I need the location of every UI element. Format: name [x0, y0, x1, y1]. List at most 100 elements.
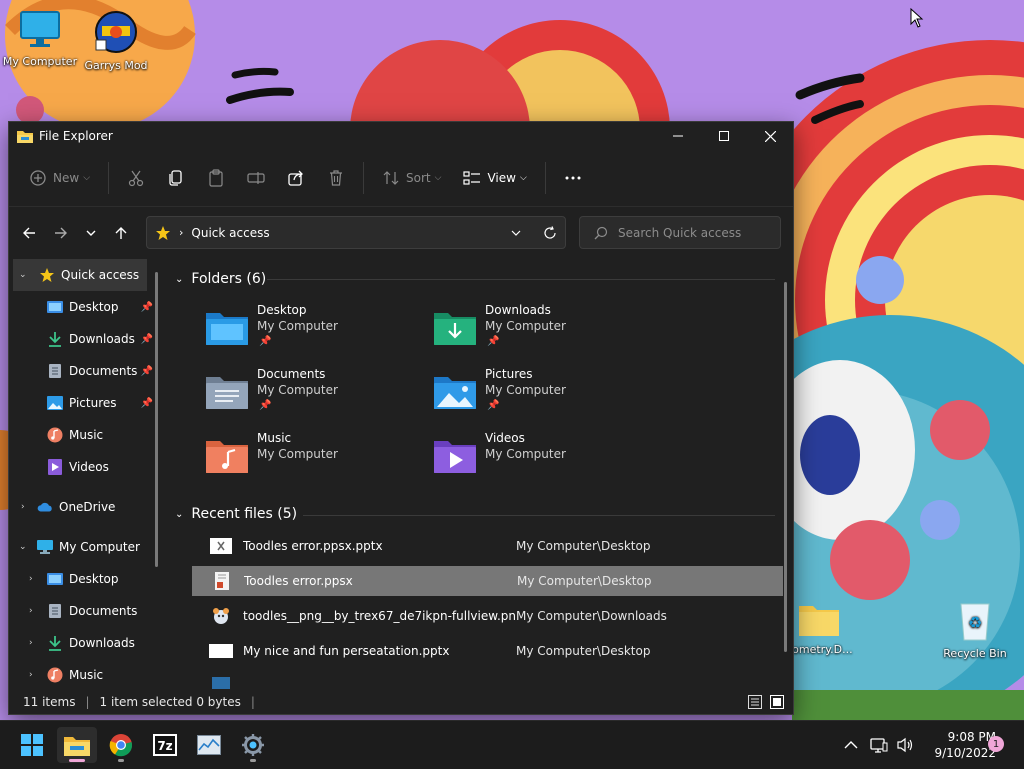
sidebar-item-desktop[interactable]: Desktop 📌 — [9, 291, 161, 323]
sidebar-item-onedrive[interactable]: › OneDrive — [9, 491, 161, 523]
more-options-button[interactable] — [556, 160, 590, 196]
new-button[interactable]: New ⌵ — [21, 160, 98, 196]
network-button[interactable] — [870, 721, 888, 769]
address-bar[interactable]: › Quick access — [146, 216, 566, 249]
desktop-icon-recycle-bin[interactable]: ♻ Recycle Bin — [935, 598, 1015, 660]
desktop-icon-garrys-mod[interactable]: Garrys Mod — [76, 10, 156, 72]
chevron-down-icon[interactable]: ⌄ — [19, 270, 27, 280]
svg-text:7z: 7z — [157, 739, 172, 753]
taskbar-file-explorer[interactable] — [57, 727, 97, 763]
recent-file-row[interactable]: toodles__png__by_trex67_de7ikpn-fullview… — [191, 601, 783, 631]
folders-section-header[interactable]: ⌄ Folders (6) — [175, 271, 266, 287]
copy-icon — [169, 170, 182, 186]
sidebar-item-music[interactable]: Music — [9, 419, 161, 451]
sidebar-item-videos[interactable]: Videos — [9, 451, 161, 483]
rename-button[interactable] — [239, 160, 273, 196]
folder-name: Desktop — [257, 303, 307, 317]
up-button[interactable] — [105, 217, 137, 249]
taskbar-chrome[interactable] — [101, 727, 141, 763]
chevron-right-icon[interactable]: › — [29, 638, 33, 648]
sort-button[interactable]: Sort ⌵ — [374, 160, 449, 196]
delete-button[interactable] — [319, 160, 353, 196]
back-button[interactable] — [13, 217, 45, 249]
sidebar-item-label: OneDrive — [59, 500, 116, 514]
sidebar-item-mc-desktop[interactable]: › Desktop — [9, 563, 161, 595]
address-location[interactable]: Quick access — [191, 226, 269, 240]
search-placeholder: Search Quick access — [618, 225, 742, 240]
taskbar-task-manager[interactable] — [189, 727, 229, 763]
desktop-folder-icon — [47, 571, 63, 587]
desktop-icon-my-computer[interactable]: My Computer — [0, 10, 80, 68]
recent-file-row[interactable]: Toodles error.ppsx.pptx My Computer\Desk… — [191, 531, 783, 561]
recent-file-row-partial[interactable] — [191, 671, 783, 689]
folder-tile-pictures[interactable]: Pictures My Computer 📌 — [433, 367, 653, 423]
sidebar-item-mc-music[interactable]: › Music — [9, 659, 161, 689]
toolbar-divider — [108, 162, 110, 194]
recycle-bin-icon: ♻ — [960, 603, 990, 641]
copy-button[interactable] — [159, 160, 193, 196]
recent-locations-button[interactable] — [77, 217, 105, 249]
taskbar-settings[interactable] — [233, 727, 273, 763]
folders-header-label: Folders (6) — [191, 271, 267, 287]
sidebar-item-mc-downloads[interactable]: › Downloads — [9, 627, 161, 659]
selection-info: 1 item selected 0 bytes — [99, 695, 241, 709]
sidebar-item-mc-documents[interactable]: › Documents — [9, 595, 161, 627]
cut-button[interactable] — [119, 160, 153, 196]
folder-tile-videos[interactable]: Videos My Computer — [433, 431, 653, 487]
maximize-button[interactable] — [701, 122, 747, 150]
taskbar-7zip[interactable]: 7z — [145, 727, 185, 763]
recent-file-row-selected[interactable]: Toodles error.ppsx My Computer\Desktop — [192, 566, 783, 596]
share-button[interactable] — [279, 160, 313, 196]
paste-button[interactable] — [199, 160, 233, 196]
close-button[interactable] — [747, 122, 793, 150]
title-bar[interactable]: File Explorer — [9, 122, 793, 150]
start-button[interactable] — [12, 727, 52, 763]
chevron-right-icon[interactable]: › — [29, 574, 33, 584]
chevron-right-icon[interactable]: › — [29, 670, 33, 680]
sidebar-item-label: Music — [69, 428, 104, 442]
recent-file-path: My Computer\Desktop — [516, 539, 651, 553]
window-title: File Explorer — [39, 129, 113, 143]
command-bar: New ⌵ Sort ⌵ View ⌵ — [9, 150, 793, 207]
clock[interactable]: 9:08 PM 9/10/2022 — [920, 729, 996, 761]
folder-tile-desktop[interactable]: Desktop My Computer 📌 — [205, 303, 425, 359]
pin-icon: 📌 — [259, 336, 272, 347]
search-input[interactable]: Search Quick access — [579, 216, 781, 249]
windows-logo-icon — [21, 734, 43, 756]
pin-icon: 📌 — [259, 400, 272, 411]
sidebar-item-label: Music — [69, 668, 104, 682]
volume-button[interactable] — [896, 721, 914, 769]
recent-files-section-header[interactable]: ⌄ Recent files (5) — [175, 506, 297, 522]
share-icon — [288, 170, 303, 186]
refresh-icon[interactable] — [543, 225, 557, 240]
pin-icon: 📌 — [140, 397, 153, 409]
sidebar-item-downloads[interactable]: Downloads 📌 — [9, 323, 161, 355]
recent-file-row[interactable]: My nice and fun perseatation.pptx My Com… — [191, 636, 783, 666]
chevron-down-icon[interactable] — [511, 228, 521, 238]
sidebar-scrollbar[interactable] — [155, 272, 158, 567]
show-hidden-icons-button[interactable] — [844, 721, 858, 769]
sidebar-item-pictures[interactable]: Pictures 📌 — [9, 387, 161, 419]
network-icon — [870, 738, 888, 753]
folder-tile-downloads[interactable]: Downloads My Computer 📌 — [433, 303, 653, 359]
videos-icon — [47, 459, 63, 475]
folder-tile-documents[interactable]: Documents My Computer 📌 — [205, 367, 425, 423]
chevron-right-icon[interactable]: › — [29, 606, 33, 616]
view-label: View — [487, 171, 516, 185]
sidebar-item-my-computer[interactable]: ⌄ My Computer — [9, 531, 161, 563]
forward-button[interactable] — [45, 217, 77, 249]
sidebar-item-documents[interactable]: Documents 📌 — [9, 355, 161, 387]
section-divider — [267, 279, 775, 280]
sidebar-item-quick-access[interactable]: ⌄ Quick access — [13, 259, 147, 291]
chevron-down-icon[interactable]: ⌄ — [19, 542, 27, 552]
trash-icon — [330, 170, 343, 186]
details-view-icon[interactable] — [748, 695, 762, 709]
folder-tile-music[interactable]: Music My Computer — [205, 431, 425, 487]
chevron-right-icon[interactable]: › — [21, 502, 25, 512]
view-button[interactable]: View ⌵ — [455, 160, 534, 196]
minimize-button[interactable] — [655, 122, 701, 150]
content-scrollbar[interactable] — [784, 282, 787, 652]
tiles-view-icon[interactable] — [770, 695, 784, 709]
notification-badge[interactable]: 1 — [988, 736, 1004, 752]
videos-folder-icon — [434, 441, 476, 473]
